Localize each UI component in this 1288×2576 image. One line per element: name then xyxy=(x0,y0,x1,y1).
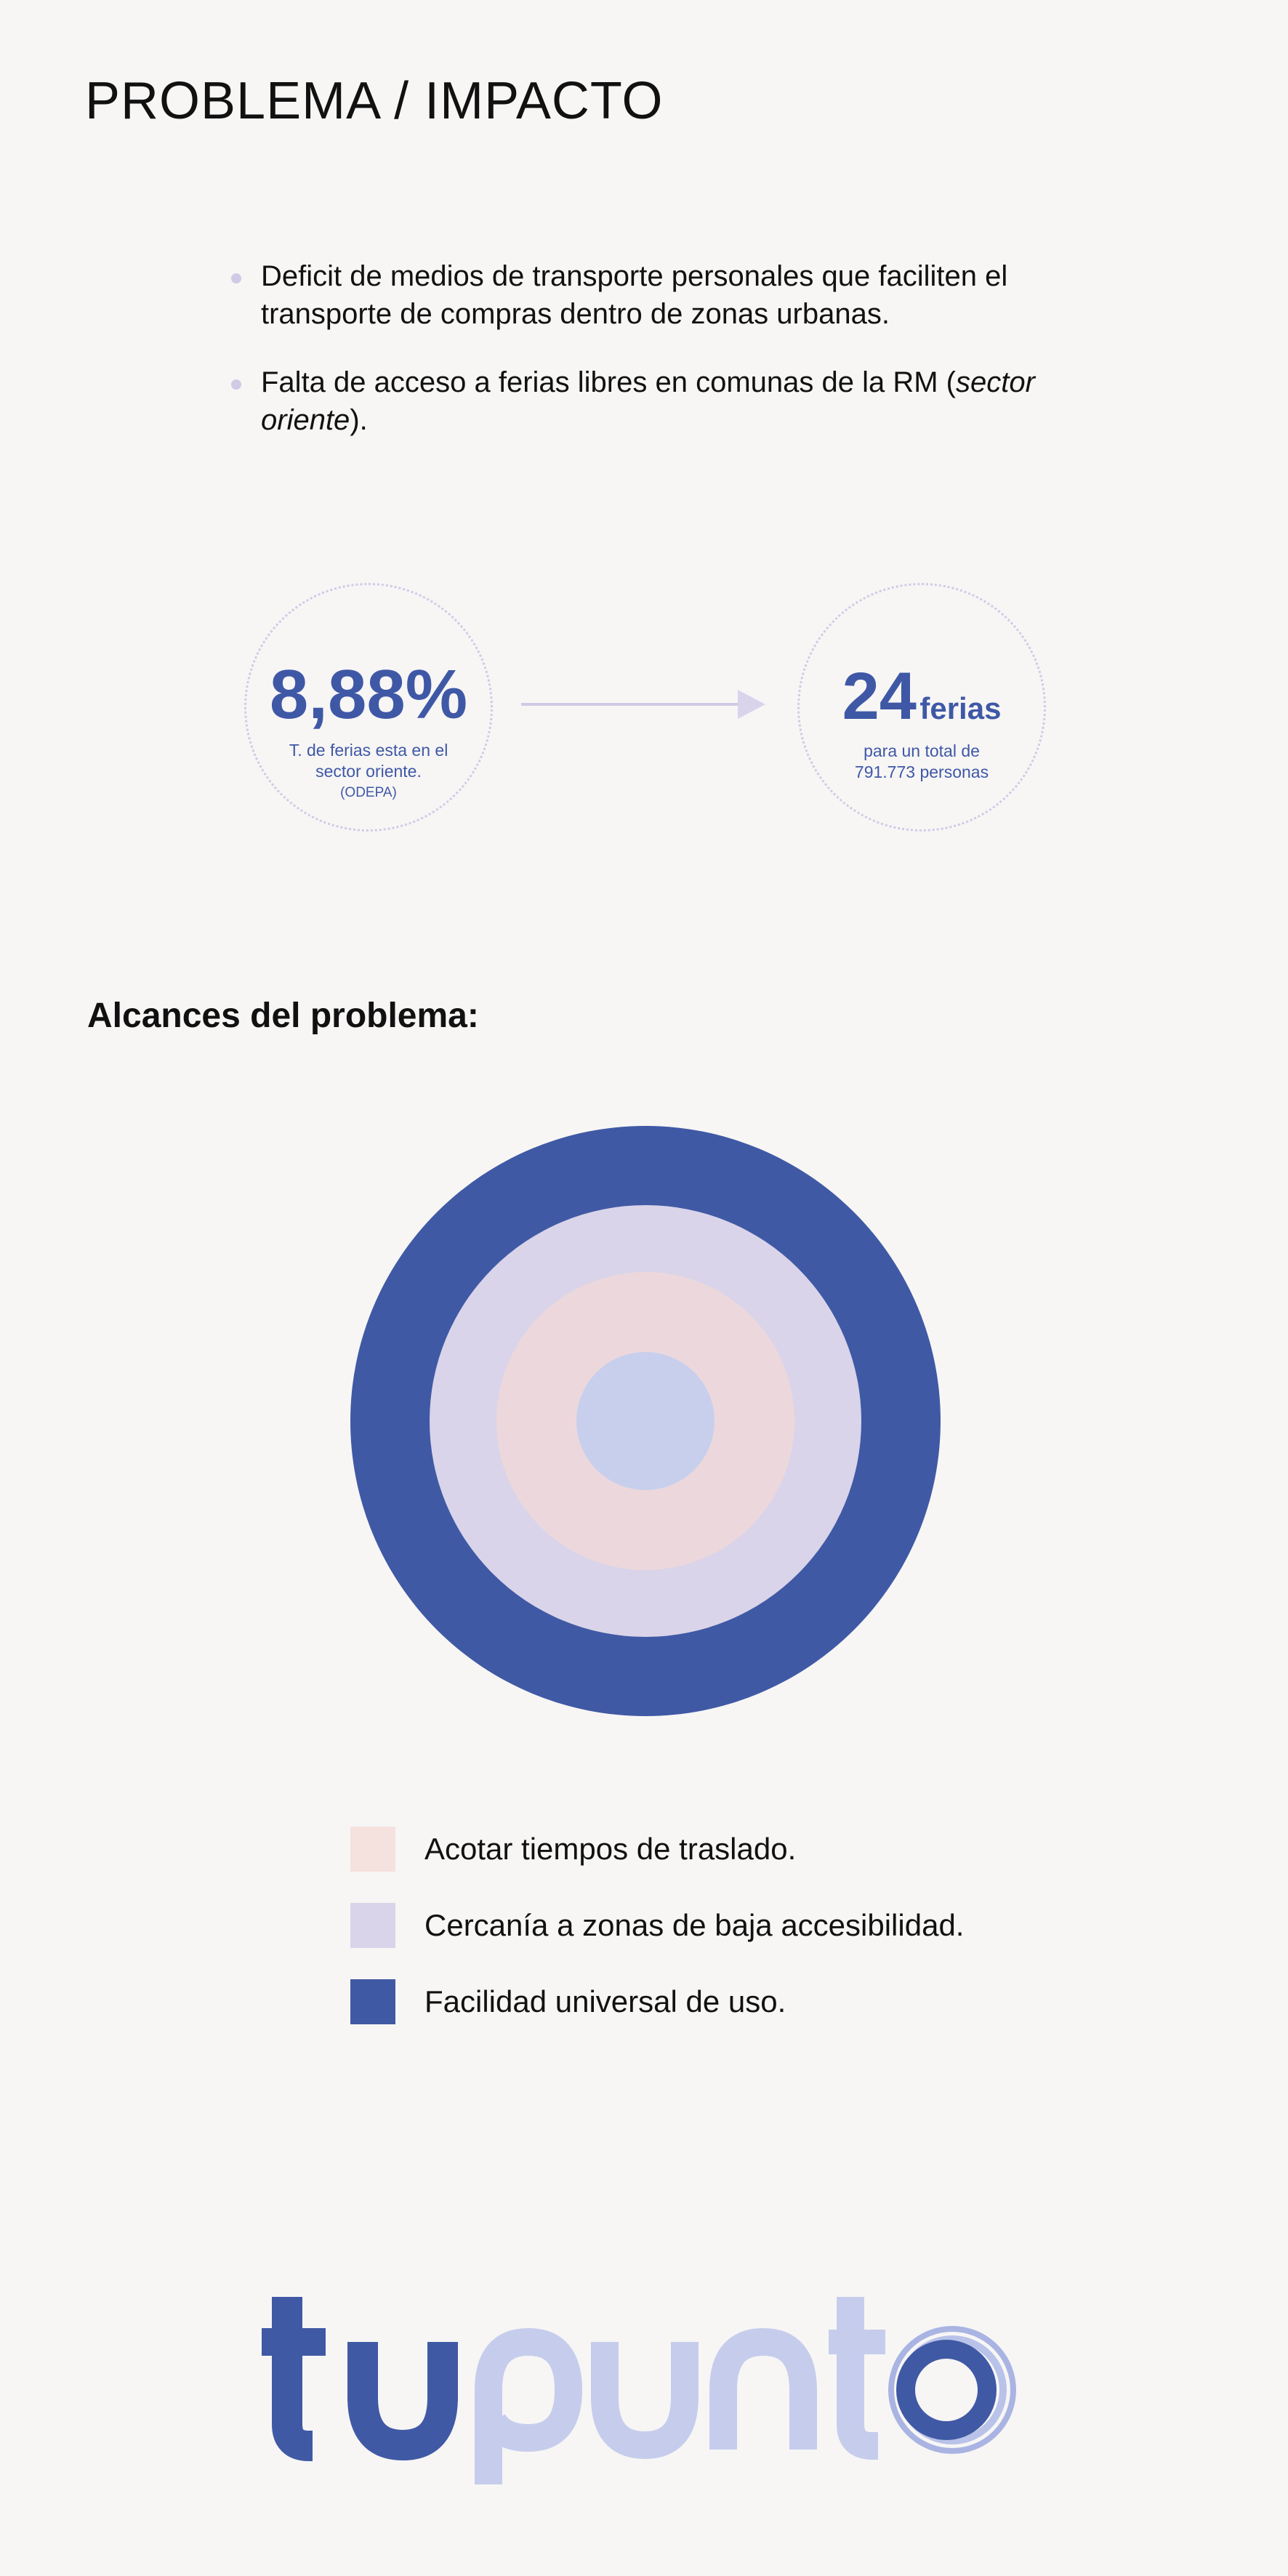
bullet-text: ). xyxy=(350,404,368,436)
tupunto-logo xyxy=(262,2297,1016,2484)
stat-description: T. de ferias esta en el sector oriente. xyxy=(289,741,448,781)
legend-item: Cercanía a zonas de baja accesibilidad. xyxy=(350,1903,964,1948)
legend-label: Facilidad universal de uso. xyxy=(424,1984,786,2018)
bullet-dot-icon xyxy=(231,273,241,283)
stat-value-group: 24 ferias xyxy=(800,659,1044,735)
stat-value: 24 xyxy=(842,659,917,733)
bullet-item: Falta de acceso a ferias libres en comun… xyxy=(228,363,1086,439)
page-title: PROBLEMA / IMPACTO xyxy=(85,72,664,130)
legend-swatch xyxy=(350,1903,395,1948)
section-title: Alcances del problema: xyxy=(87,997,479,1035)
bullet-text: Deficit de medios de transporte personal… xyxy=(261,260,1008,330)
bullet-item: Deficit de medios de transporte personal… xyxy=(228,257,1086,333)
bullet-dot-icon xyxy=(231,379,241,390)
stat-value: 8,88% xyxy=(269,656,468,733)
legend-swatch xyxy=(350,1979,395,2024)
bullet-text: Falta de acceso a ferias libres en comun… xyxy=(261,366,956,398)
logo-o-inner-ring xyxy=(896,2340,997,2440)
ring-center xyxy=(576,1352,715,1490)
stat-description: para un total de 791.773 personas xyxy=(854,741,989,781)
arrow-right-icon xyxy=(521,690,765,719)
legend-swatch xyxy=(350,1827,395,1872)
legend-item: Facilidad universal de uso. xyxy=(350,1979,786,2024)
legend-label: Acotar tiempos de traslado. xyxy=(424,1832,797,1866)
stat-circle-ferias: 24 ferias para un total de 791.773 perso… xyxy=(797,583,1046,832)
stat-unit: ferias xyxy=(919,691,1002,725)
legend-label: Cercanía a zonas de baja accesibilidad. xyxy=(424,1908,965,1942)
concentric-rings-diagram xyxy=(350,1126,941,1716)
stat-circle-percentage: 8,88% T. de ferias esta en el sector ori… xyxy=(244,583,493,832)
legend-item: Acotar tiempos de traslado. xyxy=(350,1827,796,1872)
problem-bullet-list: Deficit de medios de transporte personal… xyxy=(228,257,1086,470)
stat-source: (ODEPA) xyxy=(340,785,397,800)
